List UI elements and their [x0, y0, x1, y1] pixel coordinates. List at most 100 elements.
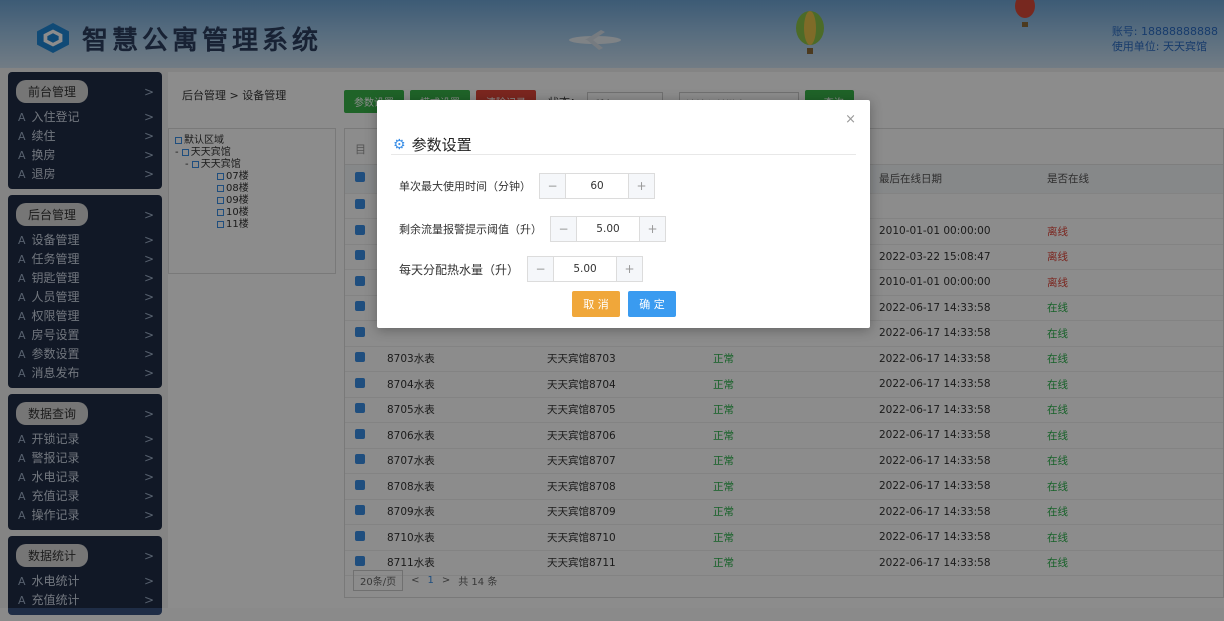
checkbox[interactable]: [355, 530, 365, 541]
sidebar-item-unlock-log[interactable]: А 开锁记录 >: [8, 429, 162, 448]
checkbox[interactable]: [355, 326, 365, 337]
sidebar-group-header[interactable]: 数据统计 >: [8, 540, 162, 571]
table-row[interactable]: 8703水表 天天宾馆8703 正常 2022-06-17 14:33:58 在线: [345, 346, 1223, 372]
page-size-select[interactable]: 20条/页: [353, 570, 404, 591]
checkbox-cell[interactable]: [345, 244, 379, 270]
checkbox[interactable]: [355, 403, 365, 414]
checkbox[interactable]: [355, 454, 365, 465]
sidebar-item-keys[interactable]: А 钥匙管理 >: [8, 268, 162, 287]
sidebar-group-header[interactable]: 前台管理 >: [8, 76, 162, 107]
table-row[interactable]: 8707水表 天天宾馆8707 正常 2022-06-17 14:33:58 在线: [345, 448, 1223, 474]
checkbox[interactable]: [355, 428, 365, 439]
next-page-button[interactable]: >: [442, 575, 450, 586]
sidebar-item-label: 开锁记录: [31, 432, 80, 446]
checkbox-cell[interactable]: [345, 524, 379, 551]
checkbox-cell[interactable]: [345, 295, 379, 321]
decrement-button[interactable]: −: [551, 217, 577, 241]
checkbox[interactable]: [355, 556, 365, 567]
sidebar-item-checkin[interactable]: А 入住登记 >: [8, 107, 162, 126]
tree-node-hotel[interactable]: - 天天宾馆: [175, 147, 335, 159]
last-online-cell: 2022-06-17 14:33:58: [879, 499, 1047, 525]
sidebar-item-recharge-stats[interactable]: А 充值统计 >: [8, 590, 162, 609]
pagination: 20条/页 < 1 > 共 14 条: [353, 570, 497, 591]
checkbox-cell[interactable]: [345, 473, 379, 500]
decrement-button[interactable]: −: [528, 257, 555, 281]
close-icon[interactable]: ×: [845, 112, 856, 127]
checkbox-cell[interactable]: [345, 397, 379, 423]
table-row[interactable]: 8705水表 天天宾馆8705 正常 2022-06-17 14:33:58 在线: [345, 397, 1223, 423]
sidebar-item-permissions[interactable]: А 权限管理 >: [8, 306, 162, 325]
sidebar-item-checkout[interactable]: А 退房 >: [8, 164, 162, 183]
checkbox-cell[interactable]: [345, 499, 379, 525]
checkbox[interactable]: [355, 275, 365, 286]
table-row[interactable]: 8706水表 天天宾馆8706 正常 2022-06-17 14:33:58 在线: [345, 422, 1223, 449]
chevron-right-icon: >: [143, 327, 154, 342]
sidebar-item-utility-stats[interactable]: А 水电统计 >: [8, 571, 162, 590]
sidebar-item-room-numbers[interactable]: А 房号设置 >: [8, 325, 162, 344]
increment-button[interactable]: +: [639, 217, 665, 241]
sidebar-item-label: 设备管理: [31, 233, 80, 247]
header-online: 是否在线: [1047, 165, 1223, 194]
sidebar-item-label: 钥匙管理: [31, 271, 80, 285]
checkbox-cell[interactable]: [345, 320, 379, 347]
tree-node-floor[interactable]: 07楼: [175, 171, 335, 183]
tab-label[interactable]: 目: [355, 143, 366, 156]
sidebar-item-utility-log[interactable]: А 水电记录 >: [8, 467, 162, 486]
tree-node-floor[interactable]: 11楼: [175, 219, 335, 231]
sidebar-item-alarm-log[interactable]: А 警报记录 >: [8, 448, 162, 467]
checkbox-cell[interactable]: [345, 346, 379, 372]
checkbox-cell[interactable]: [345, 269, 379, 296]
checkbox[interactable]: [355, 199, 365, 210]
checkbox[interactable]: [355, 377, 365, 388]
tree-node-icon: [217, 196, 224, 204]
stepper-value[interactable]: 5.00: [554, 257, 616, 281]
sidebar-group-header[interactable]: 后台管理 >: [8, 199, 162, 230]
sidebar-item-devices[interactable]: А 设备管理 >: [8, 230, 162, 249]
decrement-button[interactable]: −: [540, 174, 566, 198]
user-icon: А: [18, 452, 26, 465]
online-cell: 在线: [1047, 473, 1223, 500]
checkbox-cell[interactable]: [345, 422, 379, 449]
checkbox[interactable]: [355, 352, 365, 363]
checkbox[interactable]: [355, 224, 365, 235]
tree-node-floor[interactable]: 10楼: [175, 207, 335, 219]
tree-node-root[interactable]: 默认区域: [175, 135, 335, 147]
sidebar-item-staff[interactable]: А 人员管理 >: [8, 287, 162, 306]
increment-button[interactable]: +: [616, 257, 643, 281]
header-checkbox-cell[interactable]: [345, 165, 379, 194]
current-page[interactable]: 1: [427, 575, 433, 586]
checkbox-cell[interactable]: [345, 193, 379, 219]
tree-node-floor[interactable]: 08楼: [175, 183, 335, 195]
cancel-button[interactable]: 取 消: [572, 291, 620, 317]
checkbox[interactable]: [355, 479, 365, 490]
prev-page-button[interactable]: <: [411, 575, 419, 586]
checkbox[interactable]: [355, 505, 365, 516]
tree-node-hotel-sub[interactable]: - 天天宾馆: [175, 159, 335, 171]
sidebar-item-extend[interactable]: А 续住 >: [8, 126, 162, 145]
checkbox-cell[interactable]: [345, 218, 379, 245]
sidebar-item-change-room[interactable]: А 换房 >: [8, 145, 162, 164]
sidebar-item-recharge-log[interactable]: А 充值记录 >: [8, 486, 162, 505]
tree-node-floor[interactable]: 09楼: [175, 195, 335, 207]
stepper-value[interactable]: 5.00: [577, 217, 639, 241]
table-row[interactable]: 8710水表 天天宾馆8710 正常 2022-06-17 14:33:58 在线: [345, 524, 1223, 551]
stepper-value[interactable]: 60: [566, 174, 628, 198]
checkbox-cell[interactable]: [345, 371, 379, 398]
online-cell: 在线: [1047, 499, 1223, 525]
table-row[interactable]: 8704水表 天天宾馆8704 正常 2022-06-17 14:33:58 在线: [345, 371, 1223, 398]
confirm-button[interactable]: 确 定: [628, 291, 676, 317]
table-row[interactable]: 8709水表 天天宾馆8709 正常 2022-06-17 14:33:58 在线: [345, 499, 1223, 525]
sidebar-item-messages[interactable]: А 消息发布 >: [8, 363, 162, 382]
sidebar-item-tasks[interactable]: А 任务管理 >: [8, 249, 162, 268]
sidebar-item-operation-log[interactable]: А 操作记录 >: [8, 505, 162, 524]
increment-button[interactable]: +: [628, 174, 654, 198]
online-cell: 在线: [1047, 320, 1223, 347]
sidebar-group-header[interactable]: 数据查询 >: [8, 398, 162, 429]
checkbox-cell[interactable]: [345, 448, 379, 474]
sidebar-item-parameters[interactable]: А 参数设置 >: [8, 344, 162, 363]
checkbox[interactable]: [355, 172, 365, 183]
table-row[interactable]: 8708水表 天天宾馆8708 正常 2022-06-17 14:33:58 在线: [345, 473, 1223, 500]
checkbox[interactable]: [355, 250, 365, 261]
tree-node-icon: [191, 160, 199, 168]
checkbox[interactable]: [355, 301, 365, 312]
